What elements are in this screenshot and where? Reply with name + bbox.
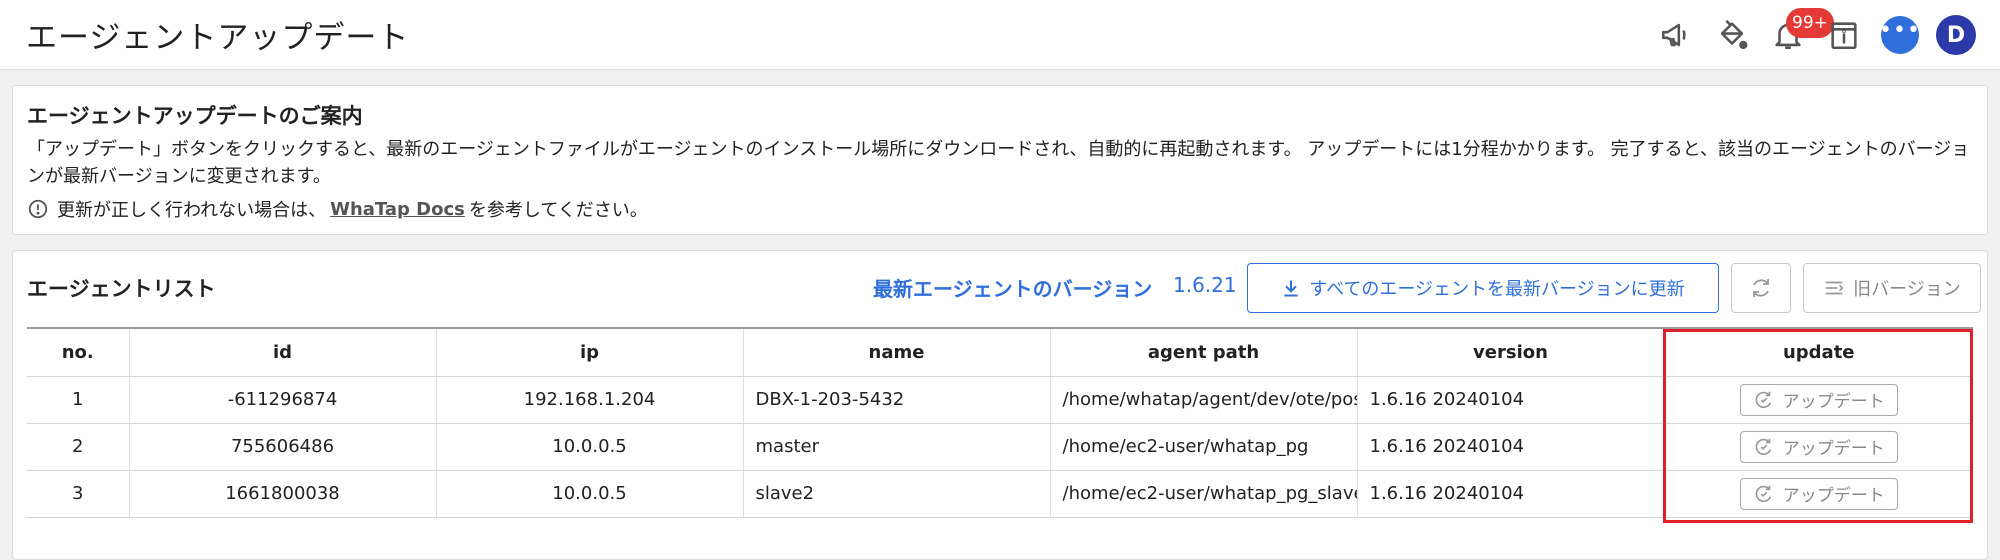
note-suffix: を参考してください。 — [468, 200, 648, 221]
download-icon — [1284, 280, 1299, 297]
old-version-button[interactable]: 旧バージョン — [1803, 263, 1981, 313]
warning-circle-icon — [28, 199, 48, 219]
info-title: エージェントアップデートのご案内 — [27, 104, 363, 128]
info-board-icon[interactable] — [1822, 13, 1866, 57]
top-header: エージェントアップデート 99+ ••• D — [0, 0, 2000, 70]
header-icons: 99+ ••• D — [1642, 8, 1978, 57]
table-row: 3 1661800038 10.0.0.5 slave2 /home/ec2-u… — [27, 470, 1973, 518]
paint-bucket-icon[interactable] — [1710, 13, 1754, 57]
update-all-button[interactable]: すべてのエージェントを最新バージョンに更新 — [1247, 263, 1719, 313]
cell-name: slave2 — [743, 470, 1051, 518]
row-update-button[interactable]: アップデート — [1739, 477, 1898, 510]
notification-bell-icon[interactable]: 99+ — [1766, 8, 1834, 57]
row-update-label: アップデート — [1782, 439, 1885, 459]
cell-no: 1 — [27, 376, 130, 424]
cell-agent-path: /home/ec2-user/whatap_pg — [1050, 423, 1358, 471]
cell-name: DBX-1-203-5432 — [743, 376, 1051, 424]
cell-ip: 10.0.0.5 — [436, 423, 744, 471]
refresh-icon — [1753, 279, 1769, 297]
cell-agent-path: /home/whatap/agent/dev/ote/post — [1050, 376, 1358, 424]
column-header-name[interactable]: name — [743, 328, 1051, 377]
info-body: 「アップデート」ボタンをクリックすると、最新のエージェントファイルがエージェント… — [27, 139, 1970, 187]
cell-id: 755606486 — [129, 423, 437, 471]
list-filter-icon — [1825, 281, 1844, 295]
info-panel: エージェントアップデートのご案内 「アップデート」ボタンをクリックすると、最新の… — [12, 85, 1988, 235]
agent-table: no. id ip name agent path version update… — [27, 327, 1973, 518]
agent-list-panel: エージェントリスト 最新エージェントのバージョン 1.6.21 すべてのエージェ… — [12, 250, 1988, 560]
chat-dots: ••• — [1879, 18, 1921, 43]
update-all-label: すべてのエージェントを最新バージョンに更新 — [1309, 279, 1685, 300]
note-prefix: 更新が正しく行われない場合は、 — [57, 200, 327, 221]
cell-ip: 192.168.1.204 — [436, 376, 744, 424]
agent-list-title: エージェントリスト — [27, 277, 216, 301]
old-version-label: 旧バージョン — [1853, 279, 1961, 300]
cell-no: 3 — [27, 470, 130, 518]
latest-version-value: 1.6.21 — [1173, 273, 1237, 297]
column-header-update[interactable]: update — [1664, 328, 1973, 377]
table-header-row: no. id ip name agent path version update — [27, 328, 1973, 377]
announcement-icon[interactable] — [1654, 13, 1698, 57]
row-update-button[interactable]: アップデート — [1739, 430, 1898, 463]
column-header-id[interactable]: id — [129, 328, 437, 377]
column-header-version[interactable]: version — [1357, 328, 1665, 377]
refresh-button[interactable] — [1731, 263, 1791, 313]
column-header-ip[interactable]: ip — [436, 328, 744, 377]
cell-name: master — [743, 423, 1051, 471]
cell-id: -611296874 — [129, 376, 437, 424]
row-update-label: アップデート — [1782, 486, 1885, 506]
column-header-agent-path[interactable]: agent path — [1050, 328, 1358, 377]
update-cycle-icon — [1755, 391, 1771, 408]
cell-id: 1661800038 — [129, 470, 437, 518]
cell-agent-path: /home/ec2-user/whatap_pg_slave2 — [1050, 470, 1358, 518]
cell-update: アップデート — [1664, 423, 1973, 471]
whatap-docs-link[interactable]: WhaTap Docs — [330, 199, 465, 220]
user-avatar[interactable]: D — [1934, 13, 1978, 57]
avatar-initial: D — [1936, 15, 1976, 55]
cell-update: アップデート — [1664, 470, 1973, 518]
chat-icon[interactable]: ••• — [1878, 13, 1922, 57]
column-header-no[interactable]: no. — [27, 328, 130, 377]
cell-no: 2 — [27, 423, 130, 471]
cell-version: 1.6.16 20240104 — [1357, 470, 1665, 518]
cell-update: アップデート — [1664, 376, 1973, 424]
cell-ip: 10.0.0.5 — [436, 470, 744, 518]
info-note: 更新が正しく行われない場合は、 WhaTap Docs を参考してください。 — [27, 196, 648, 222]
table-row: 2 755606486 10.0.0.5 master /home/ec2-us… — [27, 423, 1973, 471]
update-cycle-icon — [1755, 438, 1771, 455]
row-update-label: アップデート — [1782, 392, 1885, 412]
latest-version-label: 最新エージェントのバージョン — [873, 277, 1153, 301]
table-row: 1 -611296874 192.168.1.204 DBX-1-203-543… — [27, 376, 1973, 424]
row-update-button[interactable]: アップデート — [1739, 383, 1898, 416]
cell-version: 1.6.16 20240104 — [1357, 376, 1665, 424]
cell-version: 1.6.16 20240104 — [1357, 423, 1665, 471]
update-cycle-icon — [1755, 485, 1771, 502]
page-title: エージェントアップデート — [26, 20, 410, 56]
